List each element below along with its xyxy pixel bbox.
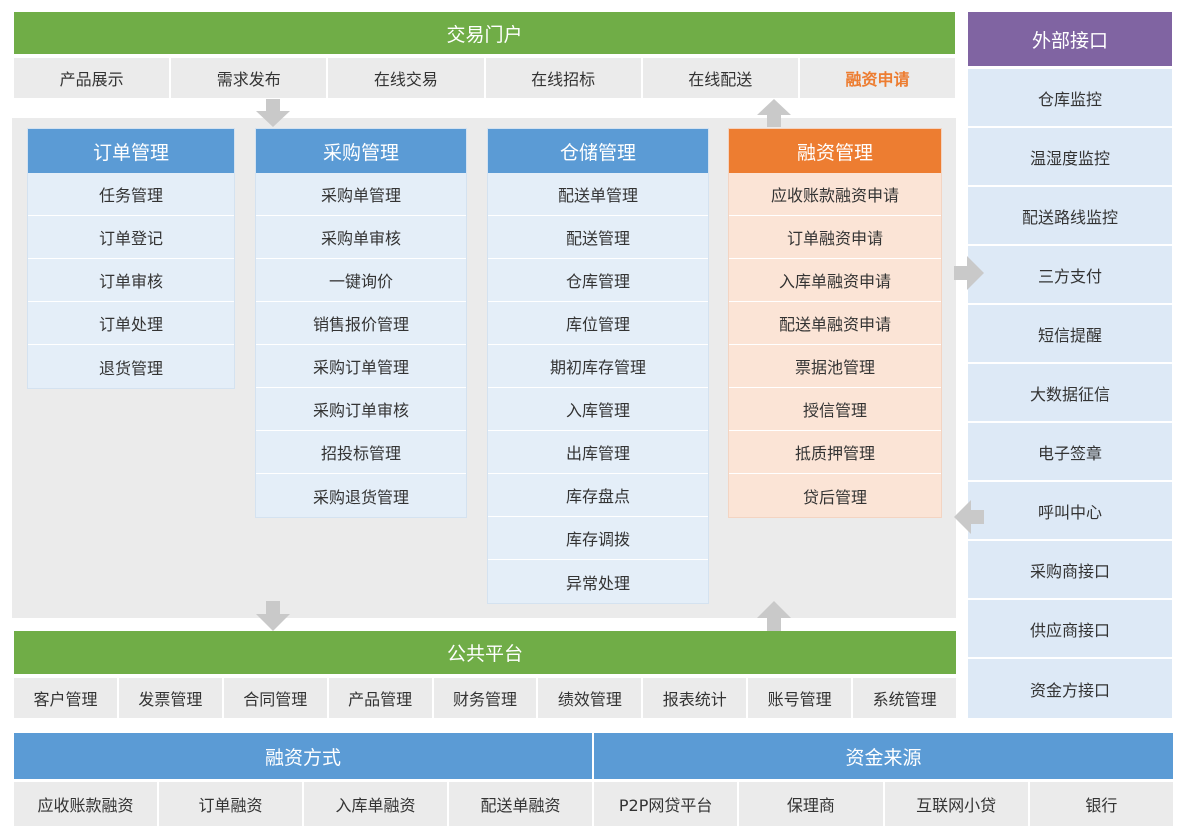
external-item-warehouse-monitor[interactable]: 仓库监控	[968, 69, 1172, 128]
public-item-invoice[interactable]: 发票管理	[118, 678, 224, 718]
financing-methods-title: 融资方式	[264, 746, 341, 769]
fund-item-p2p[interactable]: P2P网贷平台	[594, 782, 740, 826]
public-platform-title: 公共平台	[446, 643, 523, 665]
external-item-supplier-api[interactable]: 供应商接口	[968, 600, 1172, 659]
arrow-up-icon	[757, 601, 791, 631]
public-platform-title-bar: 公共平台	[14, 631, 956, 674]
module-finance-management: 融资管理 应收账款融资申请 订单融资申请 入库单融资申请 配送单融资申请 票据池…	[728, 128, 942, 518]
external-item-route-monitor[interactable]: 配送路线监控	[968, 187, 1172, 246]
module-storage-title: 仓储管理	[488, 129, 708, 173]
portal-title-bar: 交易门户	[14, 12, 955, 54]
module-finance-item[interactable]: 贷后管理	[729, 474, 941, 517]
public-item-contract[interactable]: 合同管理	[223, 678, 329, 718]
external-item-temp-humidity-monitor[interactable]: 温湿度监控	[968, 128, 1172, 187]
module-finance-title: 融资管理	[729, 129, 941, 173]
public-item-reports[interactable]: 报表统计	[643, 678, 749, 718]
module-purchase-item[interactable]: 采购订单审核	[256, 388, 466, 431]
arrow-up-icon	[757, 99, 791, 127]
module-order-title: 订单管理	[28, 129, 234, 173]
arrow-left-icon	[954, 500, 984, 534]
module-finance-item[interactable]: 抵质押管理	[729, 431, 941, 474]
external-item-buyer-api[interactable]: 采购商接口	[968, 541, 1172, 600]
fund-sources-menu: P2P网贷平台 保理商 互联网小贷 银行	[594, 782, 1173, 826]
portal-item-product-display[interactable]: 产品展示	[14, 58, 172, 98]
arrow-down-icon	[256, 601, 290, 631]
module-storage-item[interactable]: 库存盘点	[488, 474, 708, 517]
module-purchase-item[interactable]: 采购订单管理	[256, 345, 466, 388]
module-storage-item[interactable]: 库存调拨	[488, 517, 708, 560]
module-order-item[interactable]: 退货管理	[28, 345, 234, 388]
module-finance-item[interactable]: 配送单融资申请	[729, 302, 941, 345]
portal-item-online-delivery[interactable]: 在线配送	[642, 58, 800, 98]
fund-item-factor[interactable]: 保理商	[739, 782, 885, 826]
external-item-third-party-payment[interactable]: 三方支付	[968, 246, 1172, 305]
module-finance-item[interactable]: 应收账款融资申请	[729, 173, 941, 216]
module-order-item[interactable]: 订单登记	[28, 216, 234, 259]
public-platform-menu: 客户管理 发票管理 合同管理 产品管理 财务管理 绩效管理 报表统计 账号管理 …	[14, 678, 957, 718]
module-finance-item[interactable]: 授信管理	[729, 388, 941, 431]
external-title: 外部接口	[1031, 29, 1108, 52]
module-order-item[interactable]: 任务管理	[28, 173, 234, 216]
module-storage-item[interactable]: 库位管理	[488, 302, 708, 345]
external-item-sms-reminder[interactable]: 短信提醒	[968, 305, 1172, 364]
module-purchase-management: 采购管理 采购单管理 采购单审核 一键询价 销售报价管理 采购订单管理 采购订单…	[255, 128, 467, 518]
external-item-call-center[interactable]: 呼叫中心	[968, 482, 1172, 541]
module-finance-item[interactable]: 票据池管理	[729, 345, 941, 388]
fund-item-bank[interactable]: 银行	[1029, 782, 1173, 826]
public-item-performance[interactable]: 绩效管理	[538, 678, 644, 718]
financing-methods-title-bar: 融资方式	[14, 733, 592, 779]
portal-item-online-bidding[interactable]: 在线招标	[485, 58, 643, 98]
module-storage-item[interactable]: 入库管理	[488, 388, 708, 431]
module-storage-item[interactable]: 出库管理	[488, 431, 708, 474]
module-purchase-item[interactable]: 销售报价管理	[256, 302, 466, 345]
module-finance-item[interactable]: 入库单融资申请	[729, 259, 941, 302]
module-purchase-item[interactable]: 一键询价	[256, 259, 466, 302]
public-item-accounts[interactable]: 账号管理	[748, 678, 854, 718]
portal-item-demand-publish[interactable]: 需求发布	[171, 58, 329, 98]
module-purchase-item[interactable]: 采购单审核	[256, 216, 466, 259]
financing-methods-menu: 应收账款融资 订单融资 入库单融资 配送单融资	[14, 782, 594, 826]
module-purchase-item[interactable]: 采购退货管理	[256, 474, 466, 517]
module-storage-item[interactable]: 仓库管理	[488, 259, 708, 302]
fund-sources-title: 资金来源	[845, 746, 922, 769]
public-item-system[interactable]: 系统管理	[853, 678, 957, 718]
public-item-customer[interactable]: 客户管理	[14, 678, 119, 718]
external-list: 仓库监控 温湿度监控 配送路线监控 三方支付 短信提醒 大数据征信 电子签章 呼…	[968, 69, 1172, 719]
external-item-funder-api[interactable]: 资金方接口	[968, 659, 1172, 718]
fund-sources-title-bar: 资金来源	[594, 733, 1173, 779]
module-purchase-title: 采购管理	[256, 129, 466, 173]
arrow-down-icon	[256, 99, 290, 127]
module-storage-item[interactable]: 配送管理	[488, 216, 708, 259]
module-order-item[interactable]: 订单处理	[28, 302, 234, 345]
financing-item-delivery-note[interactable]: 配送单融资	[449, 782, 594, 826]
portal-title: 交易门户	[446, 23, 523, 46]
external-item-big-data-credit[interactable]: 大数据征信	[968, 364, 1172, 423]
public-item-finance[interactable]: 财务管理	[433, 678, 539, 718]
financing-item-receivables[interactable]: 应收账款融资	[14, 782, 159, 826]
module-order-management: 订单管理 任务管理 订单登记 订单审核 订单处理 退货管理	[27, 128, 235, 389]
public-item-product[interactable]: 产品管理	[328, 678, 434, 718]
portal-item-online-trade[interactable]: 在线交易	[328, 58, 486, 98]
module-order-item[interactable]: 订单审核	[28, 259, 234, 302]
portal-menu: 产品展示 需求发布 在线交易 在线招标 在线配送 融资申请	[14, 58, 956, 98]
module-storage-item[interactable]: 异常处理	[488, 560, 708, 603]
external-title-bar: 外部接口	[968, 12, 1172, 66]
module-storage-item[interactable]: 配送单管理	[488, 173, 708, 216]
module-finance-item[interactable]: 订单融资申请	[729, 216, 941, 259]
module-purchase-item[interactable]: 招投标管理	[256, 431, 466, 474]
portal-item-financing-apply[interactable]: 融资申请	[799, 58, 956, 98]
fund-item-internet-microloan[interactable]: 互联网小贷	[884, 782, 1030, 826]
module-storage-item[interactable]: 期初库存管理	[488, 345, 708, 388]
arrow-right-icon	[954, 256, 984, 290]
financing-item-order[interactable]: 订单融资	[159, 782, 304, 826]
external-item-e-signature[interactable]: 电子签章	[968, 423, 1172, 482]
financing-item-warehouse-receipt[interactable]: 入库单融资	[304, 782, 449, 826]
module-storage-management: 仓储管理 配送单管理 配送管理 仓库管理 库位管理 期初库存管理 入库管理 出库…	[487, 128, 709, 604]
module-purchase-item[interactable]: 采购单管理	[256, 173, 466, 216]
